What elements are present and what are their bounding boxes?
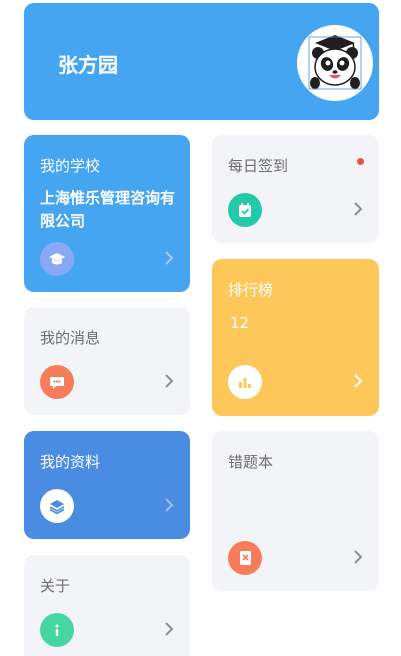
my-profile-card[interactable]: 我的资料 [24,431,190,539]
chevron-right-icon [165,251,174,265]
daily-sign-in-title: 每日签到 [228,157,289,175]
daily-sign-in-card[interactable]: 每日签到 [212,135,379,243]
my-messages-title: 我的消息 [40,329,101,347]
ranking-value: 12 [230,314,250,332]
bar-chart-icon [228,365,262,399]
notification-dot [357,158,364,165]
info-icon [40,613,74,647]
my-school-title: 我的学校 [40,157,101,175]
error-book-icon [228,541,262,575]
chevron-right-icon [354,374,363,388]
wrong-questions-book-card[interactable]: 错题本 [212,431,379,591]
calendar-check-icon [228,193,262,227]
layers-icon [40,489,74,523]
chevron-right-icon [165,622,174,636]
chevron-right-icon [354,202,363,216]
chevron-right-icon [165,498,174,512]
user-name: 张方园 [58,53,118,77]
graduation-cap-icon [40,242,74,276]
panda-avatar[interactable] [297,25,373,101]
school-name: 上海惟乐管理咨询有限公司 [40,189,176,230]
about-title: 关于 [40,577,71,595]
about-card[interactable]: 关于 [24,555,190,656]
my-messages-card[interactable]: 我的消息 [24,307,190,415]
ranking-card[interactable]: 排行榜 12 [212,259,379,416]
my-profile-title: 我的资料 [40,453,101,471]
wrong-questions-book-title: 错题本 [228,453,274,471]
my-school-card[interactable]: 我的学校 上海惟乐管理咨询有限公司 [24,135,190,292]
profile-page: 张方园 我的学校 上海惟乐管理咨询有限公司 每日签到 排行榜 12 我的消息 我… [0,0,401,656]
chat-bubble-icon [40,365,74,399]
ranking-title: 排行榜 [228,281,274,299]
chevron-right-icon [165,374,174,388]
user-header: 张方园 [24,3,379,120]
chevron-right-icon [354,550,363,564]
